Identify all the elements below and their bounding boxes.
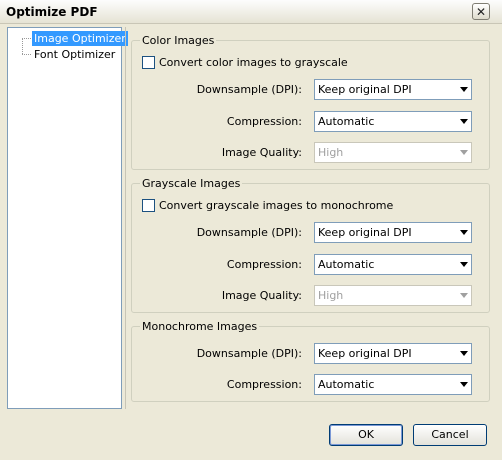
compression-label: Compression:	[226, 258, 302, 271]
compression-select[interactable]: Automatic	[314, 254, 472, 275]
quality-label: Image Quality:	[221, 289, 302, 302]
select-value: High	[318, 146, 344, 159]
chevron-down-icon	[460, 351, 468, 356]
checkbox-label: Convert grayscale images to monochrome	[159, 199, 394, 212]
tree-item-font-optimizer[interactable]: Font Optimizer	[32, 47, 117, 62]
grayscale-checkbox-row[interactable]: Convert color images to grayscale	[142, 56, 348, 69]
select-value: Keep original DPI	[318, 347, 412, 360]
select-value: High	[318, 289, 344, 302]
convert-monochrome-checkbox[interactable]	[142, 199, 155, 212]
close-button[interactable]: ✕	[472, 3, 490, 20]
cancel-button[interactable]: Cancel	[413, 424, 487, 446]
downsample-label: Downsample (DPI):	[196, 83, 302, 96]
tree-connector	[22, 54, 31, 55]
downsample-label: Downsample (DPI):	[196, 226, 302, 239]
chevron-down-icon	[460, 87, 468, 92]
title-bar: Optimize PDF ✕	[0, 0, 502, 24]
ok-button[interactable]: OK	[329, 424, 403, 446]
compression-label: Compression:	[226, 378, 302, 391]
compression-label: Compression:	[226, 115, 302, 128]
options-tree: Image Optimizer Font Optimizer	[7, 27, 128, 409]
group-title: Color Images	[140, 34, 217, 47]
panel-divider	[125, 27, 126, 409]
quality-label: Image Quality:	[221, 146, 302, 159]
chevron-down-icon	[460, 119, 468, 124]
grayscale-images-group: Grayscale Images Convert grayscale image…	[131, 177, 490, 313]
chevron-down-icon	[460, 230, 468, 235]
select-value: Keep original DPI	[318, 226, 412, 239]
window-title: Optimize PDF	[6, 5, 98, 19]
chevron-down-icon	[460, 150, 468, 155]
color-images-group: Color Images Convert color images to gra…	[131, 34, 490, 170]
quality-select: High	[314, 285, 472, 306]
downsample-label: Downsample (DPI):	[196, 347, 302, 360]
select-value: Automatic	[318, 258, 375, 271]
select-value: Automatic	[318, 115, 375, 128]
chevron-down-icon	[460, 382, 468, 387]
tree-item-image-optimizer[interactable]: Image Optimizer	[32, 31, 128, 46]
select-value: Keep original DPI	[318, 83, 412, 96]
compression-select[interactable]: Automatic	[314, 374, 472, 395]
tree-connector	[22, 38, 31, 39]
group-title: Grayscale Images	[140, 177, 243, 190]
monochrome-checkbox-row[interactable]: Convert grayscale images to monochrome	[142, 199, 393, 212]
downsample-select[interactable]: Keep original DPI	[314, 79, 472, 100]
monochrome-images-group: Monochrome Images Downsample (DPI): Keep…	[131, 320, 490, 402]
downsample-select[interactable]: Keep original DPI	[314, 343, 472, 364]
tree-connector	[22, 38, 23, 54]
group-title: Monochrome Images	[140, 320, 260, 333]
select-value: Automatic	[318, 378, 375, 391]
close-icon: ✕	[475, 4, 487, 19]
compression-select[interactable]: Automatic	[314, 111, 472, 132]
checkbox-label: Convert color images to grayscale	[159, 56, 348, 69]
quality-select: High	[314, 142, 472, 163]
convert-grayscale-checkbox[interactable]	[142, 56, 155, 69]
chevron-down-icon	[460, 293, 468, 298]
downsample-select[interactable]: Keep original DPI	[314, 222, 472, 243]
chevron-down-icon	[460, 262, 468, 267]
